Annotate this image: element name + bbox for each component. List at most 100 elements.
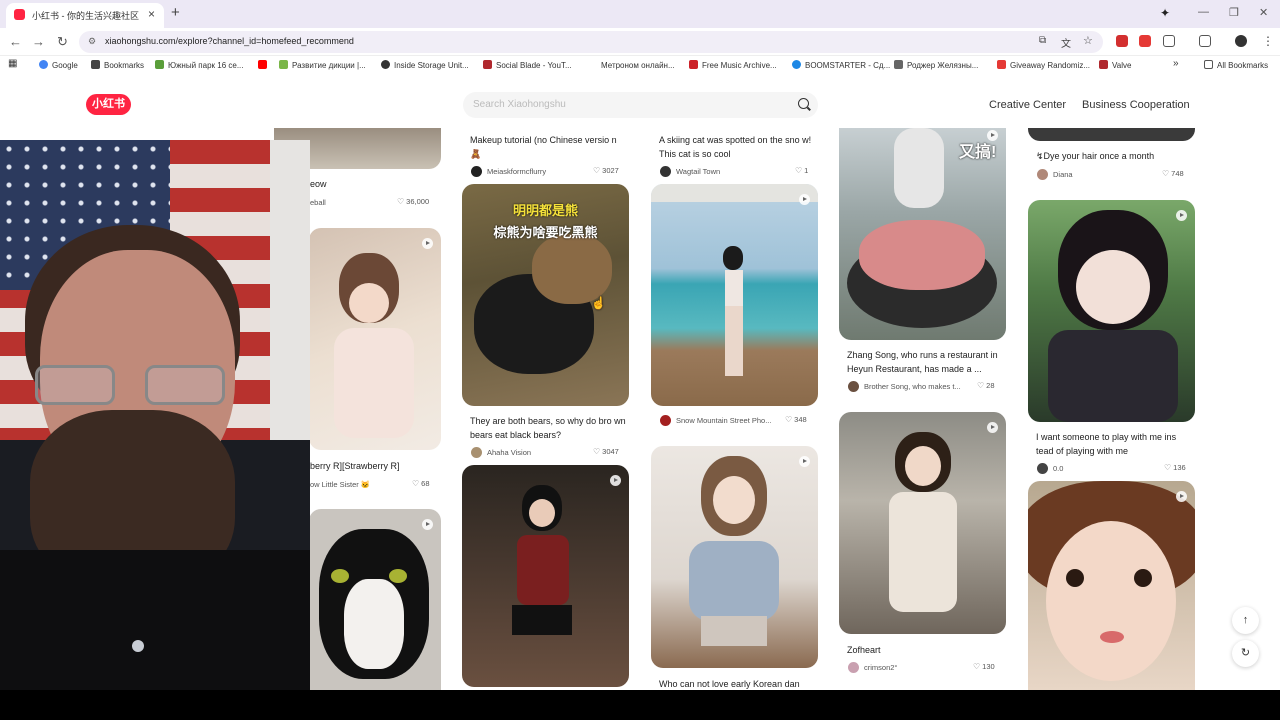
card-image[interactable] xyxy=(839,412,1006,634)
bookmark-bookmarks[interactable]: Bookmarks xyxy=(91,60,144,74)
browser-tab[interactable]: 小红书 - 你的生活兴趣社区 × xyxy=(6,3,164,28)
like-count[interactable]: ♡ 68 xyxy=(412,479,430,488)
card-image[interactable]: 又搞! xyxy=(839,128,1006,340)
bookmark-diction[interactable]: Развитие дикции |... xyxy=(279,60,366,74)
card-title[interactable]: Zhang Song, who runs a restaurant in Hey… xyxy=(847,348,1003,376)
card-image[interactable] xyxy=(651,446,818,668)
like-count[interactable]: ♡ 36,000 xyxy=(397,197,429,206)
card-title[interactable]: berry R][Strawberry R] xyxy=(310,459,466,473)
author-avatar[interactable] xyxy=(1037,169,1048,180)
heart-icon[interactable]: ♡ xyxy=(785,415,792,424)
search-input[interactable]: Search Xiaohongshu xyxy=(463,92,818,118)
like-count[interactable]: ♡ 1 xyxy=(795,166,808,175)
card-image[interactable] xyxy=(651,184,818,406)
bookmark-free-music-archive[interactable]: Free Music Archive... xyxy=(689,60,777,74)
author-avatar[interactable] xyxy=(848,381,859,392)
like-count[interactable]: ♡ 28 xyxy=(977,381,995,390)
author-avatar[interactable] xyxy=(848,662,859,673)
bookmark-youtube[interactable] xyxy=(258,60,271,74)
apps-grid-icon[interactable]: ▦ xyxy=(8,58,17,72)
xiaohongshu-logo[interactable]: 小红书 xyxy=(86,94,131,115)
extensions-puzzle-icon[interactable] xyxy=(1163,35,1175,47)
heart-icon[interactable]: ♡ xyxy=(397,197,404,206)
bookmark-star-icon[interactable]: ☆ xyxy=(1083,34,1093,47)
bookmark-zelazny[interactable]: Роджер Желязны... xyxy=(894,60,978,74)
like-count[interactable]: ♡ 748 xyxy=(1162,169,1184,178)
extension-star-icon[interactable]: ✦ xyxy=(1160,6,1170,20)
extension-opera-icon[interactable] xyxy=(1116,35,1128,47)
bookmark-metronome[interactable]: Метроном онлайн... xyxy=(588,60,675,74)
card-image[interactable] xyxy=(462,465,629,687)
like-count[interactable]: ♡ 3027 xyxy=(593,166,619,175)
author-avatar[interactable] xyxy=(471,447,482,458)
site-info-icon[interactable]: ⚙ xyxy=(88,36,96,47)
bookmark-boomstarter[interactable]: BOOMSTARTER - Сд... xyxy=(792,60,890,74)
heart-icon[interactable]: ♡ xyxy=(593,166,600,175)
card-title[interactable]: A skiing cat was spotted on the sno w! T… xyxy=(659,133,815,161)
like-count[interactable]: ♡ 136 xyxy=(1164,463,1186,472)
bookmark-storage-unit[interactable]: Inside Storage Unit... xyxy=(381,60,469,74)
card-image[interactable] xyxy=(1028,481,1195,690)
card-image[interactable] xyxy=(1028,200,1195,422)
like-count[interactable]: ♡ 348 xyxy=(785,415,807,424)
card-author[interactable]: Snow Mountain Street Pho... xyxy=(676,416,776,425)
url-field[interactable]: ⚙ xiaohongshu.com/explore?channel_id=hom… xyxy=(79,31,1103,53)
back-icon[interactable]: ← xyxy=(9,34,22,49)
restore-icon[interactable]: ❐ xyxy=(1229,6,1239,19)
extension-youtube-icon[interactable] xyxy=(1139,35,1151,47)
card-author[interactable]: 0.0 xyxy=(1053,464,1143,473)
bookmark-social-blade[interactable]: Social Blade - YouT... xyxy=(483,60,572,74)
heart-icon[interactable]: ♡ xyxy=(1162,169,1169,178)
refresh-feed-button[interactable]: ↻ xyxy=(1232,640,1259,667)
new-tab-icon[interactable]: + xyxy=(171,4,180,21)
author-avatar[interactable] xyxy=(471,166,482,177)
author-avatar[interactable] xyxy=(660,415,671,426)
reload-icon[interactable]: ↻ xyxy=(57,34,68,50)
heart-icon[interactable]: ♡ xyxy=(593,447,600,456)
card-author[interactable]: Wagtail Town xyxy=(676,167,766,176)
heart-icon[interactable]: ♡ xyxy=(412,479,419,488)
minimize-icon[interactable]: — xyxy=(1198,6,1209,18)
close-window-icon[interactable]: ✕ xyxy=(1259,6,1268,19)
all-bookmarks-folder[interactable]: All Bookmarks xyxy=(1204,60,1268,74)
card-title[interactable]: ↯Dye your hair once a month xyxy=(1036,149,1192,163)
install-app-icon[interactable]: ⧉ xyxy=(1039,35,1046,46)
card-author[interactable]: Ahaha Vision xyxy=(487,448,577,457)
heart-icon[interactable]: ♡ xyxy=(977,381,984,390)
back-to-top-button[interactable]: ↑ xyxy=(1232,607,1259,634)
card-author[interactable]: ow Little Sister 🐱 xyxy=(310,480,390,489)
card-author[interactable]: Meiaskformcflurry xyxy=(487,167,577,176)
author-avatar[interactable] xyxy=(1037,463,1048,474)
like-count[interactable]: ♡ 3047 xyxy=(593,447,619,456)
card-image[interactable] xyxy=(1028,128,1195,141)
card-image[interactable] xyxy=(309,509,441,690)
more-bookmarks-icon[interactable]: » xyxy=(1173,58,1179,72)
author-avatar[interactable] xyxy=(660,166,671,177)
heart-icon[interactable]: ♡ xyxy=(1164,463,1171,472)
translate-icon[interactable]: 文 xyxy=(1061,35,1071,50)
bookmark-giveaway[interactable]: Giveaway Randomiz... xyxy=(997,60,1090,74)
card-title[interactable]: They are both bears, so why do bro wn be… xyxy=(470,414,626,442)
card-author[interactable]: Brother Song, who makes t... xyxy=(864,382,969,391)
card-title[interactable]: eow xyxy=(310,177,466,191)
heart-icon[interactable]: ♡ xyxy=(973,662,980,671)
heart-icon[interactable]: ♡ xyxy=(795,166,802,175)
card-title[interactable]: Zofheart xyxy=(847,643,1003,657)
card-title[interactable]: Who can not love early Korean dan xyxy=(659,677,815,690)
like-count[interactable]: ♡ 130 xyxy=(973,662,995,671)
bookmark-valve[interactable]: Valve xyxy=(1099,60,1131,74)
close-tab-icon[interactable]: × xyxy=(148,7,155,21)
card-author[interactable]: crimson2° xyxy=(864,663,954,672)
profile-avatar[interactable] xyxy=(1235,35,1247,47)
card-author[interactable]: eball xyxy=(310,198,370,207)
creative-center-link[interactable]: Creative Center xyxy=(989,99,1066,111)
card-author[interactable]: Diana xyxy=(1053,170,1143,179)
card-title[interactable]: Makeup tutorial (no Chinese versio n🧸 xyxy=(470,133,626,161)
search-icon[interactable] xyxy=(798,98,809,109)
bookmark-south-park[interactable]: Южный парк 16 се... xyxy=(155,60,243,74)
business-cooperation-link[interactable]: Business Cooperation xyxy=(1082,99,1190,111)
forward-icon[interactable]: → xyxy=(32,34,45,49)
side-panel-icon[interactable] xyxy=(1199,35,1211,47)
card-image[interactable] xyxy=(309,228,441,450)
menu-kebab-icon[interactable]: ⋮ xyxy=(1262,34,1274,48)
